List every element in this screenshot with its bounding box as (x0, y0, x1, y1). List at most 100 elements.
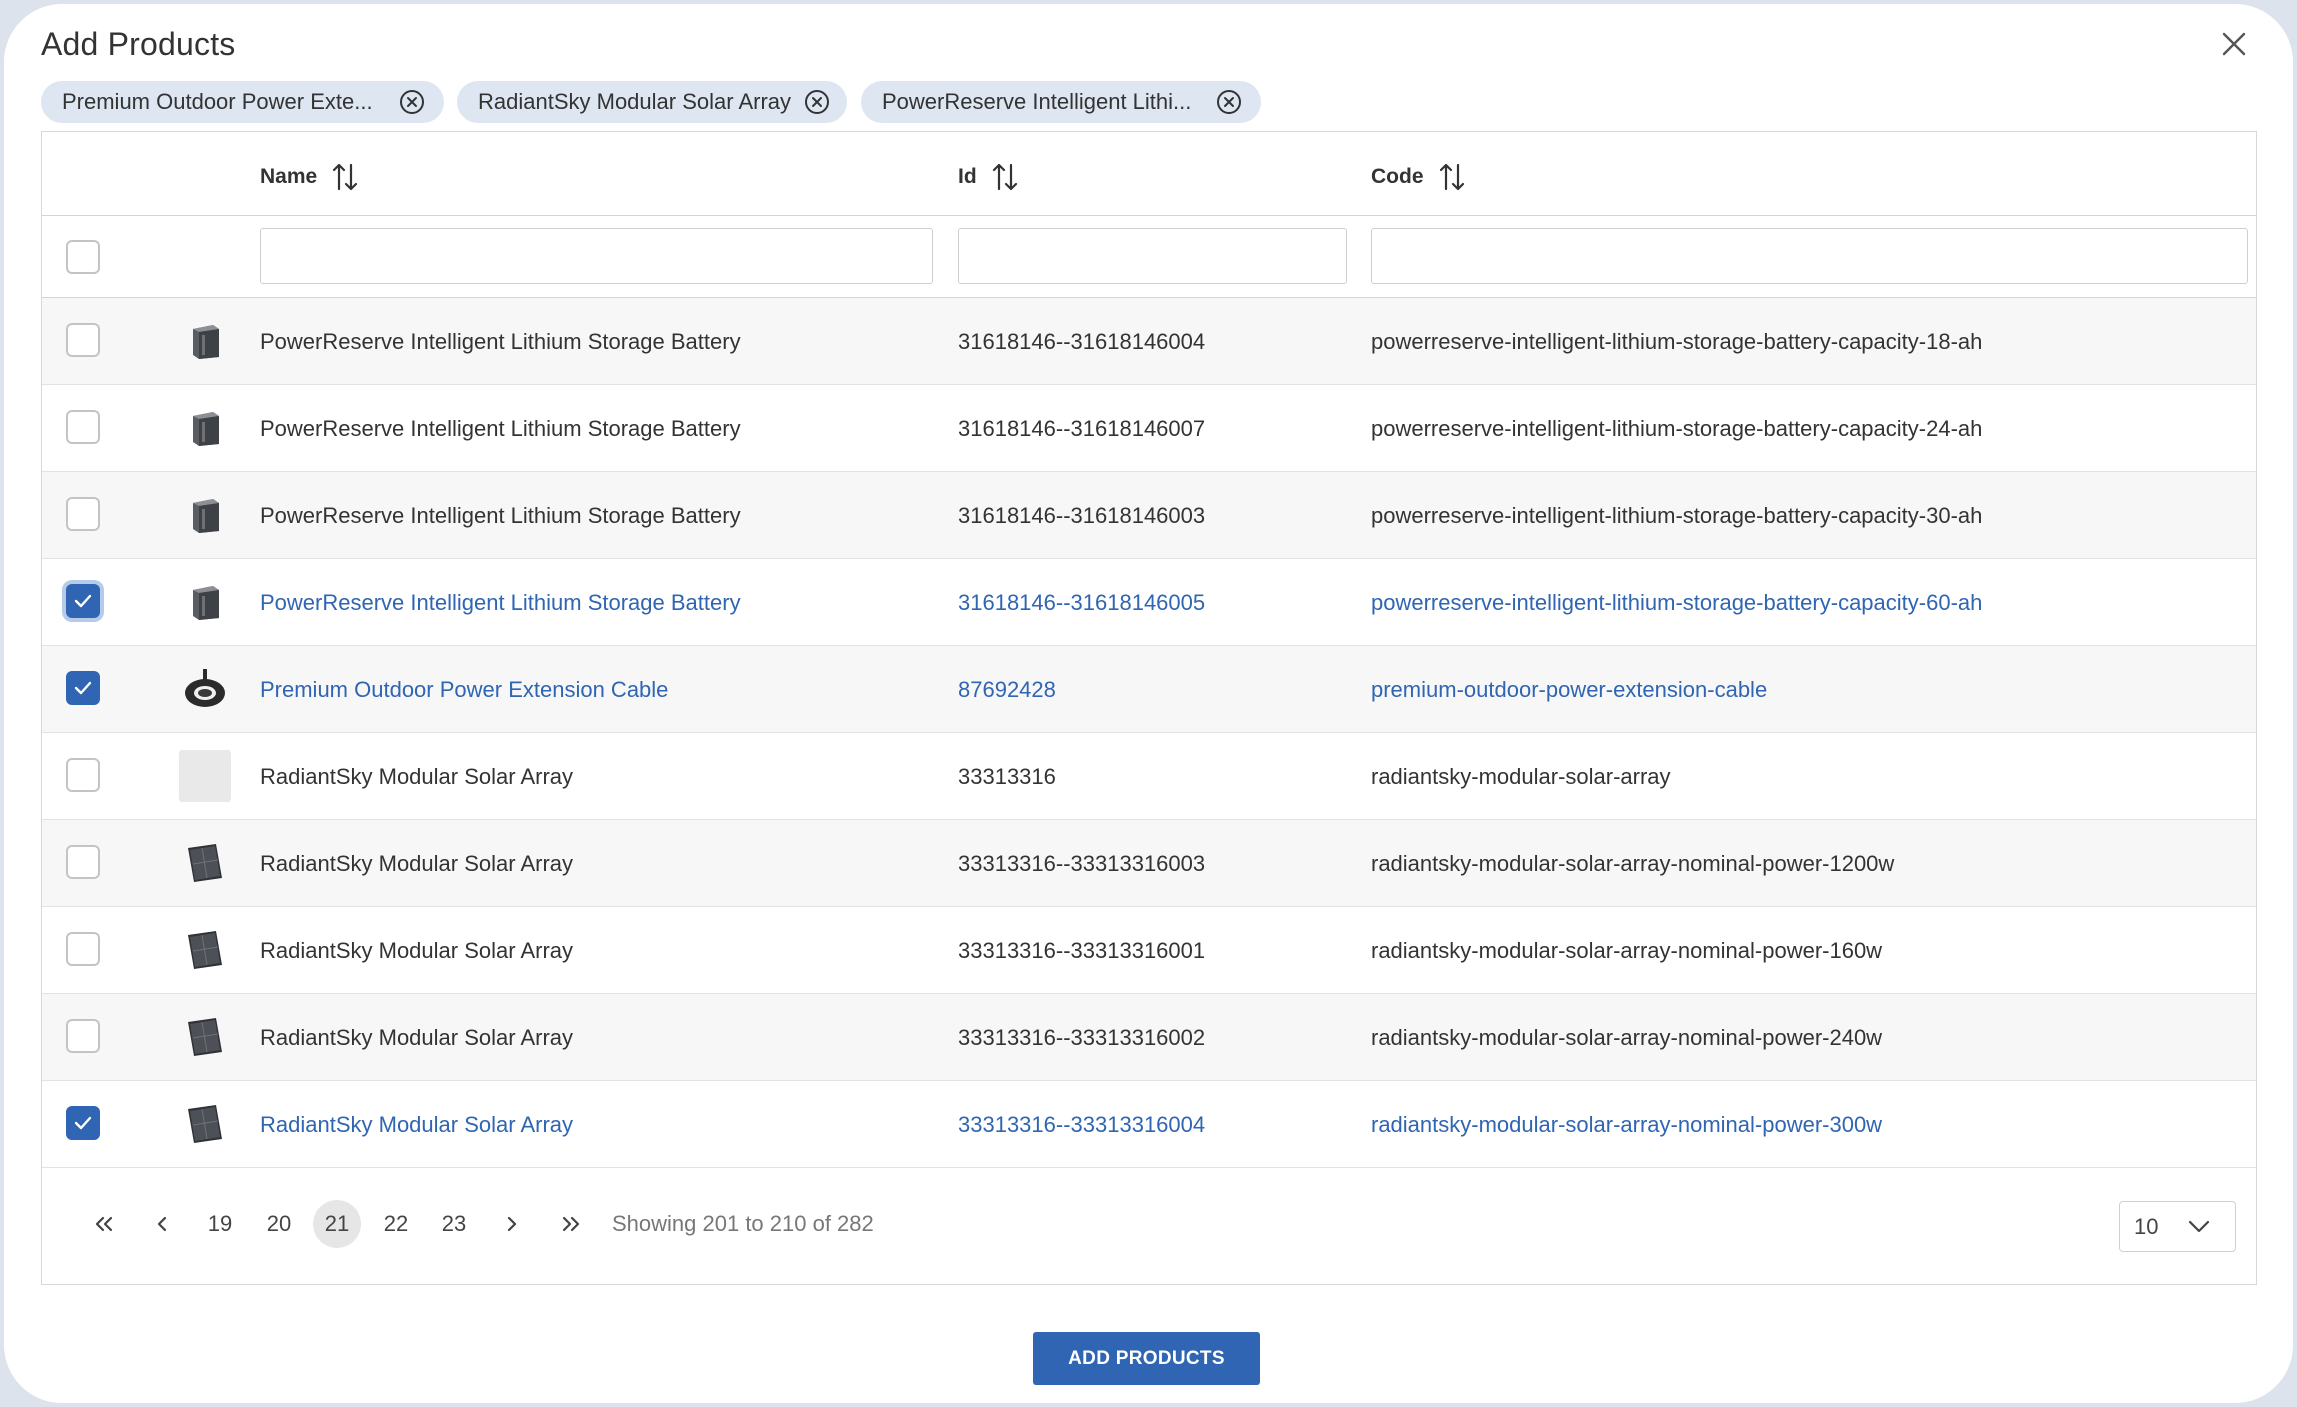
close-icon (2222, 32, 2246, 56)
column-label: Name (260, 165, 318, 188)
code-filter-input[interactable] (1371, 228, 2248, 284)
product-name-cell: RadiantSky Modular Solar Array (260, 1111, 574, 1137)
product-name-cell: RadiantSky Modular Solar Array (260, 763, 574, 789)
dialog-title: Add Products (41, 26, 236, 62)
product-id-cell: 33313316--33313316002 (958, 1024, 1206, 1050)
double-chevron-right-icon (562, 1216, 580, 1232)
rows-per-page-dropdown[interactable]: 10 (2119, 1201, 2236, 1252)
product-name-cell: PowerReserve Intelligent Lithium Storage… (260, 328, 741, 354)
table-row[interactable]: PowerReserve Intelligent Lithium Storage… (42, 385, 2256, 472)
checkmark-icon (74, 594, 92, 608)
column-header-code[interactable]: Code (1371, 162, 1466, 192)
product-code-cell: radiantsky-modular-solar-array-nominal-p… (1371, 1024, 1883, 1050)
product-code-cell: powerreserve-intelligent-lithium-storage… (1371, 589, 1983, 615)
product-code-cell: powerreserve-intelligent-lithium-storage… (1371, 328, 1983, 354)
table-header: Name Id Code (42, 132, 2256, 216)
product-code-cell: powerreserve-intelligent-lithium-storage… (1371, 415, 1983, 441)
product-name-cell: PowerReserve Intelligent Lithium Storage… (260, 502, 741, 528)
row-checkbox[interactable] (66, 584, 100, 618)
double-chevron-left-icon (95, 1216, 113, 1232)
next-page-button[interactable] (488, 1200, 536, 1248)
battery-image (179, 402, 231, 454)
product-id-cell: 31618146--31618146003 (958, 502, 1206, 528)
row-checkbox[interactable] (66, 932, 100, 966)
table-row[interactable]: RadiantSky Modular Solar Array 33313316--… (42, 994, 2256, 1081)
table-row[interactable]: PowerReserve Intelligent Lithium Storage… (42, 298, 2256, 385)
row-checkbox[interactable] (66, 410, 100, 444)
product-id-cell: 33313316--33313316003 (958, 850, 1206, 876)
product-name-cell: RadiantSky Modular Solar Array (260, 1024, 574, 1050)
product-code-cell: radiantsky-modular-solar-array-nominal-p… (1371, 1111, 1883, 1137)
cable-reel-image (179, 663, 231, 715)
row-checkbox[interactable] (66, 323, 100, 357)
placeholder-image (179, 750, 231, 802)
solar-panel-image (179, 924, 231, 976)
chevron-left-icon (157, 1216, 167, 1232)
chevron-down-icon (2188, 1220, 2210, 1233)
page-button[interactable]: 20 (255, 1200, 303, 1248)
first-page-button[interactable] (80, 1200, 128, 1248)
row-checkbox[interactable] (66, 497, 100, 531)
product-code-cell: premium-outdoor-power-extension-cable (1371, 676, 1768, 702)
product-name-cell: RadiantSky Modular Solar Array (260, 850, 574, 876)
chip-remove-button[interactable] (804, 89, 830, 115)
solar-panel-image (179, 837, 231, 889)
product-id-cell: 33313316 (958, 763, 1056, 789)
sort-icon (1439, 163, 1464, 191)
page-report: Showing 201 to 210 of 282 (612, 1211, 874, 1236)
column-label: Code (1371, 165, 1424, 188)
product-name-cell: PowerReserve Intelligent Lithium Storage… (260, 589, 741, 615)
chip-remove-button[interactable] (1216, 89, 1242, 115)
product-code-cell: radiantsky-modular-solar-array-nominal-p… (1371, 850, 1895, 876)
chip-selected-product: PowerReserve Intelligent Lithi... (861, 81, 1261, 123)
product-name-cell: Premium Outdoor Power Extension Cable (260, 676, 669, 702)
product-code-cell: radiantsky-modular-solar-array (1371, 763, 1671, 789)
id-filter-input[interactable] (958, 228, 1347, 284)
chip-label: Premium Outdoor Power Exte... (62, 89, 373, 114)
chip-remove-button[interactable] (399, 89, 425, 115)
row-checkbox[interactable] (66, 845, 100, 879)
table-row[interactable]: PowerReserve Intelligent Lithium Storage… (42, 472, 2256, 559)
paginator: 19 20 21 22 23 Showing 201 to 210 of 282… (42, 1172, 2256, 1284)
sort-icon (992, 163, 1017, 191)
row-checkbox[interactable] (66, 1019, 100, 1053)
chip-label: RadiantSky Modular Solar Array (478, 89, 792, 114)
table-row[interactable]: RadiantSky Modular Solar Array 33313316 ra… (42, 733, 2256, 820)
product-name-cell: PowerReserve Intelligent Lithium Storage… (260, 415, 741, 441)
select-all-checkbox[interactable] (66, 240, 100, 274)
checkmark-icon (74, 681, 92, 695)
last-page-button[interactable] (547, 1200, 595, 1248)
column-header-name[interactable]: Name (260, 162, 359, 192)
checkmark-icon (74, 1116, 92, 1130)
sort-icon (333, 163, 358, 191)
battery-image (179, 576, 231, 628)
prev-page-button[interactable] (138, 1200, 186, 1248)
column-header-id[interactable]: Id (958, 162, 1019, 192)
chip-selected-product: RadiantSky Modular Solar Array (457, 81, 847, 123)
table-row[interactable]: PowerReserve Intelligent Lithium Storage… (42, 559, 2256, 646)
name-filter-input[interactable] (260, 228, 933, 284)
row-checkbox[interactable] (66, 671, 100, 705)
product-id-cell: 31618146--31618146004 (958, 328, 1206, 354)
circle-x-icon (805, 90, 829, 114)
add-products-button[interactable]: ADD PRODUCTS (1033, 1332, 1260, 1385)
page-button[interactable]: 22 (372, 1200, 420, 1248)
page-button-current[interactable]: 21 (313, 1200, 361, 1248)
table-row[interactable]: RadiantSky Modular Solar Array 33313316--… (42, 820, 2256, 907)
row-checkbox[interactable] (66, 758, 100, 792)
solar-panel-image (179, 1098, 231, 1150)
row-checkbox[interactable] (66, 1106, 100, 1140)
chip-selected-product: Premium Outdoor Power Exte... (41, 81, 444, 123)
chip-label: PowerReserve Intelligent Lithi... (882, 89, 1192, 114)
table-row[interactable]: Premium Outdoor Power Extension Cable 876… (42, 646, 2256, 733)
table-row[interactable]: RadiantSky Modular Solar Array 33313316--… (42, 907, 2256, 994)
product-code-cell: powerreserve-intelligent-lithium-storage… (1371, 502, 1983, 528)
products-table: Name Id Code PowerReserve Intelligent Li… (41, 131, 2257, 1285)
solar-panel-image (179, 1011, 231, 1063)
filter-row (42, 216, 2256, 298)
table-row[interactable]: RadiantSky Modular Solar Array 33313316--… (42, 1081, 2256, 1168)
page-button[interactable]: 23 (430, 1200, 478, 1248)
battery-image (179, 489, 231, 541)
close-button[interactable] (2216, 26, 2252, 62)
page-button[interactable]: 19 (196, 1200, 244, 1248)
